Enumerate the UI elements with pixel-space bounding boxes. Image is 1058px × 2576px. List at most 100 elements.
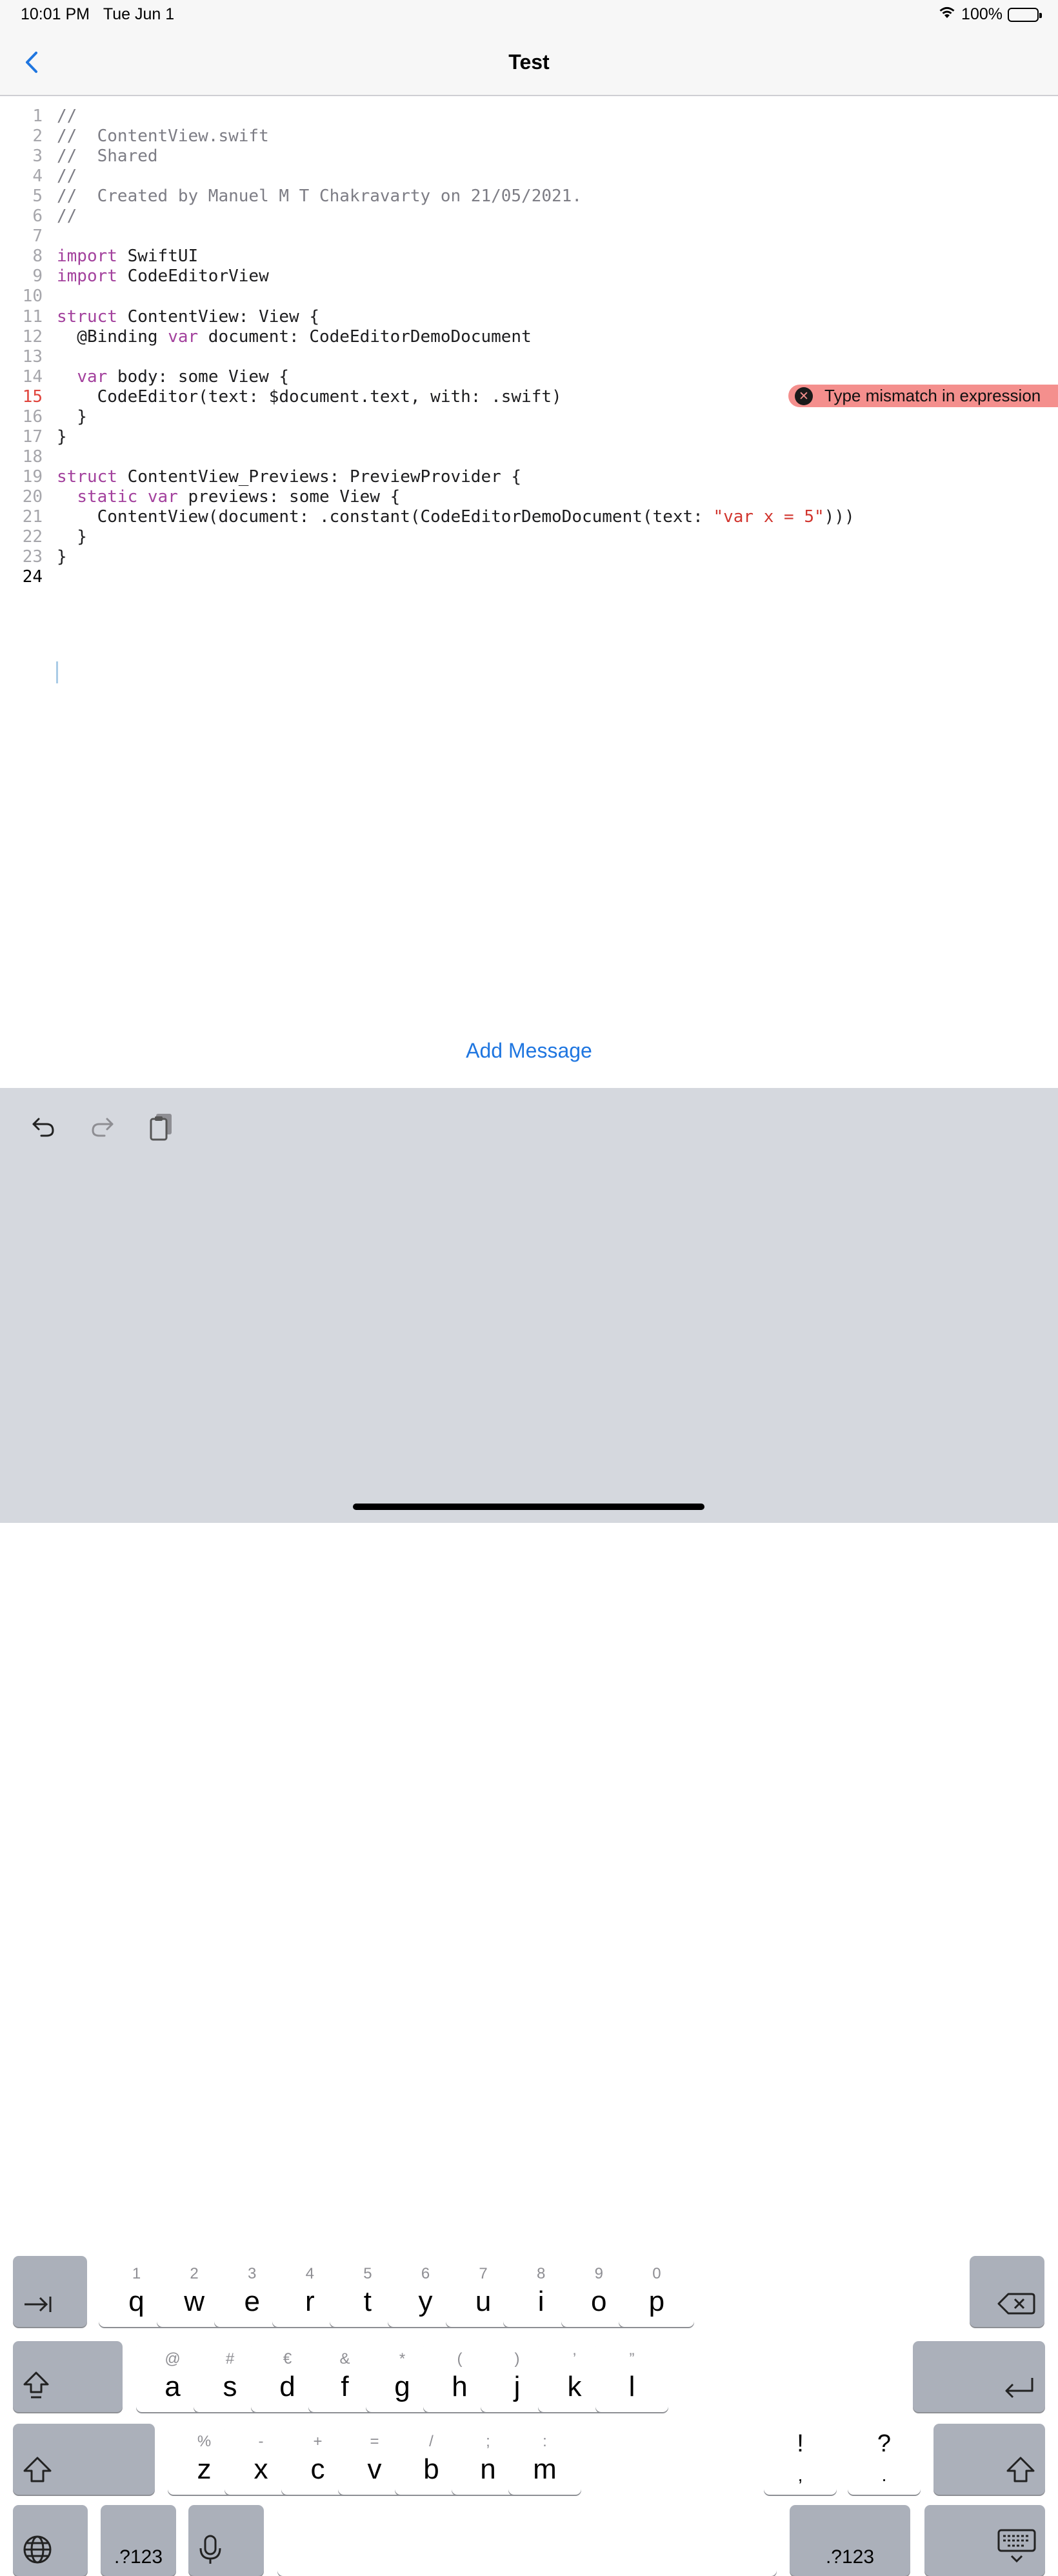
code-token: } — [57, 547, 67, 567]
code-token: @Binding — [57, 327, 168, 347]
code-line[interactable]: 22 } — [0, 527, 1058, 547]
code-line[interactable]: 6 // — [0, 206, 1058, 226]
code-editor[interactable]: ✕ Type mismatch in expression 1//2// Con… — [0, 96, 1058, 1029]
undo-button[interactable] — [25, 1107, 63, 1146]
text-cursor — [56, 661, 58, 683]
redo-button[interactable] — [83, 1107, 121, 1146]
code-line[interactable]: 2 // ContentView.swift — [0, 126, 1058, 146]
line-number: 1 — [32, 106, 43, 126]
code-comment: // — [57, 106, 77, 126]
code-line[interactable]: 24 — [0, 567, 1058, 587]
delete-icon — [997, 2291, 1035, 2319]
code-line[interactable]: 21 ContentView(document: .constant(CodeE… — [0, 507, 1058, 527]
code-line[interactable]: 23} — [0, 547, 1058, 567]
code-keyword: struct — [57, 467, 117, 487]
code-text: struct ContentView_Previews: PreviewProv… — [57, 467, 521, 487]
return-key[interactable] — [913, 2341, 1045, 2412]
line-number: 17 — [22, 427, 43, 447]
key-l[interactable]: ” l — [595, 2341, 668, 2412]
line-number: 6 — [32, 206, 43, 226]
line-number: 15 — [22, 387, 43, 407]
key-label: m — [533, 2453, 557, 2485]
code-line[interactable]: 18 — [0, 447, 1058, 467]
code-keyword: var — [147, 487, 178, 507]
code-line[interactable]: 7 — [0, 226, 1058, 247]
line-number: 9 — [32, 267, 43, 287]
numbers-key-left[interactable]: .?123 — [101, 2505, 176, 2576]
code-text: // ContentView.swift — [57, 126, 269, 146]
code-line[interactable]: 3 // Shared — [0, 146, 1058, 166]
key-question-period[interactable]: ?. — [848, 2424, 921, 2495]
code-comment: // Created by Manuel M T Chakravarty on … — [57, 186, 582, 206]
code-line[interactable]: 13 — [0, 347, 1058, 367]
line-number: 7 — [32, 226, 43, 247]
key-exclamation-comma[interactable]: !, — [764, 2424, 837, 2495]
keyboard-dismiss-key[interactable] — [924, 2505, 1045, 2576]
code-line[interactable]: 8 import SwiftUI — [0, 247, 1058, 267]
paste-icon — [150, 1114, 172, 1141]
line-number: 8 — [32, 247, 43, 267]
key-label: p — [648, 2286, 665, 2317]
redo-icon — [92, 1118, 114, 1137]
line-number: 18 — [22, 447, 43, 467]
add-message-button[interactable]: Add Message — [0, 1039, 1058, 1063]
code-line[interactable]: 5 // Created by Manuel M T Chakravarty on… — [0, 186, 1058, 206]
code-line[interactable]: 19 struct ContentView_Previews: PreviewPr… — [0, 467, 1058, 487]
key-top-label: ? — [877, 2430, 892, 2457]
code-line[interactable]: 9 import CodeEditorView — [0, 267, 1058, 287]
code-text: // — [57, 166, 77, 186]
wifi-icon — [938, 5, 956, 24]
globe-icon — [22, 2534, 53, 2568]
shift-icon — [1005, 2455, 1036, 2487]
numbers-key-right[interactable]: .?123 — [790, 2505, 910, 2576]
code-comment: // Shared — [57, 146, 158, 166]
line-number: 16 — [22, 407, 43, 427]
code-text: } — [57, 407, 87, 427]
line-number: 20 — [22, 487, 43, 507]
code-token: previews: some View { — [177, 487, 401, 507]
code-comment: // — [57, 206, 77, 226]
home-indicator[interactable] — [353, 1504, 704, 1510]
code-line[interactable]: 4 // — [0, 166, 1058, 186]
code-line[interactable]: 14 var body: some View { — [0, 367, 1058, 387]
space-bar[interactable] — [277, 2505, 777, 2576]
code-keyword: import — [57, 267, 117, 287]
code-line[interactable]: 17} — [0, 427, 1058, 447]
code-keyword: var — [77, 367, 108, 387]
code-line[interactable]: 15 CodeEditor(text: $document.text, with… — [0, 387, 1058, 407]
left-shift-key[interactable] — [13, 2424, 155, 2495]
right-shift-key[interactable] — [933, 2424, 1045, 2495]
code-line[interactable]: 12 @Binding var document: CodeEditorDemo… — [0, 327, 1058, 347]
dictation-key[interactable] — [188, 2505, 264, 2576]
code-text: var body: some View { — [57, 367, 289, 387]
code-text: ContentView(document: .constant(CodeEdit… — [57, 507, 855, 527]
key-p[interactable]: 0p — [619, 2256, 695, 2327]
code-text: import CodeEditorView — [57, 267, 269, 287]
code-comment: // — [57, 166, 77, 186]
numbers-label: .?123 — [114, 2546, 163, 2568]
line-number: 12 — [22, 327, 43, 347]
tab-key[interactable] — [13, 2256, 87, 2327]
code-line[interactable]: 11 struct ContentView: View { — [0, 307, 1058, 327]
caps-lock-key[interactable] — [13, 2341, 123, 2412]
line-number: 2 — [32, 126, 43, 146]
delete-key[interactable] — [970, 2256, 1044, 2327]
code-string: "var x = 5" — [713, 507, 824, 527]
paste-button[interactable] — [142, 1107, 181, 1146]
code-text: } — [57, 547, 67, 567]
code-token: ContentView(document: .constant(CodeEdit… — [57, 507, 714, 527]
code-line[interactable]: 20 static var previews: some View { — [0, 487, 1058, 507]
battery-percent: 100% — [961, 5, 1003, 23]
code-line[interactable]: 1 // — [0, 106, 1058, 126]
line-number: 13 — [22, 347, 43, 367]
key-bottom-label: . — [881, 2465, 887, 2485]
key-m[interactable]: :m — [508, 2424, 581, 2495]
globe-key[interactable] — [13, 2505, 88, 2576]
code-line[interactable]: 10 — [0, 287, 1058, 307]
tab-icon — [22, 2293, 53, 2319]
code-keyword: static — [77, 487, 138, 507]
code-line[interactable]: 16 } — [0, 407, 1058, 427]
code-token: } — [57, 407, 87, 427]
